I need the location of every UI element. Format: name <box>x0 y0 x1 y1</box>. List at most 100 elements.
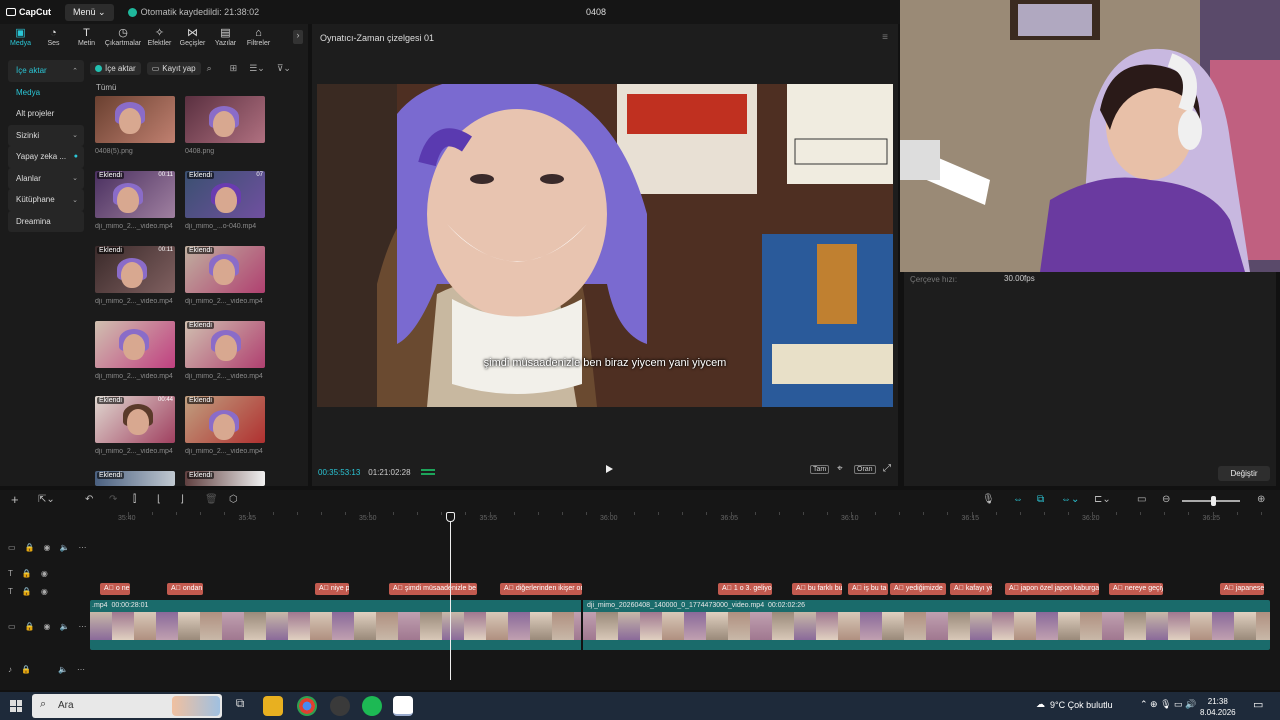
current-time: 00:35:53:13 <box>318 467 361 477</box>
windows-start-icon[interactable] <box>10 700 22 712</box>
media-item[interactable]: dji_mimo_2..._video.mp4 <box>95 321 175 380</box>
grid-view-icon[interactable]: ⊞ <box>230 63 238 74</box>
change-button[interactable]: Değiştir <box>1218 466 1270 481</box>
playhead[interactable] <box>450 512 451 680</box>
media-item[interactable]: Eklendi 00:44 dji_mimo_2..._video.mp4 <box>95 396 175 455</box>
media-item[interactable]: Eklendi 00:11 dji_mimo_2..._video.mp4 <box>95 246 175 305</box>
player-panel: Oynatıcı-Zaman çizelgesi 01 ≡ şimdi müsa… <box>312 24 898 486</box>
subtitle-clip[interactable]: A⃞ yediğimizde <box>890 583 946 595</box>
subtitle-clip[interactable]: A⃞ ondan <box>167 583 203 595</box>
transitions-icon: ⋈ <box>187 27 198 39</box>
clip-frame <box>750 612 772 640</box>
video-preview[interactable]: şimdi müsaadenizle ben biraz yiycem yani… <box>317 84 893 407</box>
clock-time: 21:38 <box>1207 697 1228 706</box>
total-time: 01:21:02:28 <box>368 467 411 477</box>
capcut-taskbar-icon[interactable] <box>393 696 413 716</box>
sidebar-item-subprojects[interactable]: Alt projeler <box>8 103 84 125</box>
subtitle-clip[interactable]: A⃞ o ne <box>100 583 130 595</box>
clock-date: 8.04.2026 <box>1200 708 1236 717</box>
sidebar-item-media[interactable]: Medya <box>8 82 84 104</box>
sidebar-item-dreamina[interactable]: Dreamina <box>8 210 84 232</box>
spotify-icon[interactable] <box>362 696 382 716</box>
sidebar-item-ai[interactable]: Yapay zeka ... ● <box>8 146 84 168</box>
file-explorer-icon[interactable] <box>263 696 283 716</box>
sidebar-item-spaces[interactable]: Alanlar ⌄ <box>8 167 84 189</box>
media-item[interactable]: Eklendi 00:11 dji_mimo_2..._video.mp4 <box>95 171 175 230</box>
clip-frame <box>1102 612 1124 640</box>
media-item[interactable]: 0408.png <box>185 96 265 155</box>
clip-frame <box>266 612 288 640</box>
sidebar-item-import[interactable]: İçe aktar ⌃ <box>8 60 84 82</box>
app-logo: CapCut <box>6 7 51 17</box>
subtitle-clip[interactable]: A⃞ şimdi müsaadenizle be <box>389 583 477 595</box>
play-icon[interactable] <box>606 465 613 473</box>
notification-icon[interactable]: ▭ <box>1253 698 1263 711</box>
subtitle-clip[interactable]: A⃞ japon özel japon kaburga <box>1005 583 1099 595</box>
search-icon[interactable]: ⌕ <box>207 63 212 74</box>
subtitle-clip[interactable]: A⃞ niye p <box>315 583 349 595</box>
media-toolbar: İçe aktar ▭ Kayıt yap ⌕ ⊞ ☰⌄ ⊽⌄ <box>90 60 300 76</box>
filters-icon: ⌂ <box>255 27 262 39</box>
media-item[interactable]: 0408(5).png <box>95 96 175 155</box>
app-icon[interactable] <box>330 696 350 716</box>
ratio-button[interactable]: Oran <box>854 465 876 474</box>
cloud-icon <box>127 7 137 17</box>
sidebar-item-library[interactable]: Kütüphane ⌄ <box>8 189 84 211</box>
clip-frame <box>838 612 860 640</box>
clip-frame <box>772 612 794 640</box>
sidebar-item-yours[interactable]: Sizinki ⌄ <box>8 124 84 146</box>
subtitle-clip[interactable]: A⃞ iş bu ta <box>848 583 888 595</box>
media-caption: dji_mimo_2..._video.mp4 <box>95 448 173 455</box>
system-clock[interactable]: 21:38 8.04.2026 <box>1200 696 1236 718</box>
media-item[interactable]: Eklendi <box>185 471 265 486</box>
filter-icon[interactable]: ⊽⌄ <box>277 63 291 74</box>
subtitle-clip[interactable]: A⃞ diğerlerinden ikişer on <box>500 583 582 595</box>
record-button[interactable]: ▭ Kayıt yap <box>146 61 201 75</box>
chrome-icon[interactable] <box>297 696 317 716</box>
sort-icon[interactable]: ☰⌄ <box>249 63 265 74</box>
weather-widget[interactable]: ☁ 9°C Çok bulutlu <box>1036 699 1113 710</box>
media-item[interactable]: Eklendi dji_mimo_2..._video.mp4 <box>185 246 265 305</box>
clip-frame <box>354 612 376 640</box>
fullscreen-icon[interactable]: ⤢ <box>881 463 893 474</box>
playhead-handle[interactable] <box>446 512 455 522</box>
media-item[interactable]: Eklendi <box>95 471 175 486</box>
subtitle-clip[interactable]: A⃞ 1 o 3. geliyo <box>718 583 772 595</box>
menu-button[interactable]: Menü ⌄ <box>65 3 114 21</box>
subtitle-clip[interactable]: A⃞ kafayı ye <box>950 583 992 595</box>
tab-audio[interactable]: ◔ Ses <box>37 26 70 52</box>
clip-frame <box>222 612 244 640</box>
subtitle-clip[interactable]: A⃞ japanese <box>1220 583 1264 595</box>
subtitle-clip[interactable]: A⃞ nereye geçiy <box>1109 583 1163 595</box>
hamburger-icon[interactable]: ≡ <box>882 32 888 43</box>
media-item[interactable]: Eklendi dji_mimo_2..._video.mp4 <box>185 396 265 455</box>
weather-text: 9°C Çok bulutlu <box>1050 699 1113 710</box>
clip-frame <box>398 612 420 640</box>
import-button[interactable]: İçe aktar <box>90 61 141 75</box>
focus-icon[interactable]: ⌖ <box>835 463 845 474</box>
tab-filters[interactable]: ⌂ Filtreler <box>242 26 275 52</box>
chevron-right-icon[interactable]: › <box>293 30 303 44</box>
media-panel: ▣ Medya ◔ Ses T Metin ◷ Çıkartmalar ✧ Efektle… <box>0 24 308 486</box>
main-video-track[interactable]: .mp4 00:00:28:01 dji_mimo_20260408_14000… <box>90 600 1270 650</box>
clip-frame <box>486 612 508 640</box>
media-item[interactable]: Eklendi 07 dji_mimo_...o-040.mp4 <box>185 171 265 230</box>
clip-frame <box>948 612 970 640</box>
tab-captions[interactable]: ▤ Yazılar <box>209 26 242 52</box>
media-item[interactable]: Eklendi dji_mimo_2..._video.mp4 <box>185 321 265 380</box>
tab-media[interactable]: ▣ Medya <box>4 26 37 52</box>
tab-stickers[interactable]: ◷ Çıkartmalar <box>103 26 143 52</box>
tab-label: Filtreler <box>246 40 271 47</box>
tab-transitions[interactable]: ⋈ Geçişler <box>176 26 209 52</box>
tab-effects[interactable]: ✧ Efektler <box>143 26 176 52</box>
filter-all-label[interactable]: Tümü <box>96 83 116 92</box>
tray-icons[interactable]: ⌃ ⊕ 🎙 ▭ 🔊 <box>1140 699 1196 710</box>
full-quality-button[interactable]: Tam <box>810 465 830 474</box>
duration-label: 07 <box>256 172 263 178</box>
clip-frame <box>1168 612 1190 640</box>
duration-label: 00:11 <box>158 247 173 253</box>
task-view-icon[interactable]: ⧉ <box>230 696 250 716</box>
subtitle-clip[interactable]: A⃞ bu farklı bu <box>792 583 842 595</box>
tab-text[interactable]: T Metin <box>70 26 103 52</box>
sidebar-nav: İçe aktar ⌃ Medya Alt projeler Sizinki ⌄ Y… <box>8 60 84 232</box>
